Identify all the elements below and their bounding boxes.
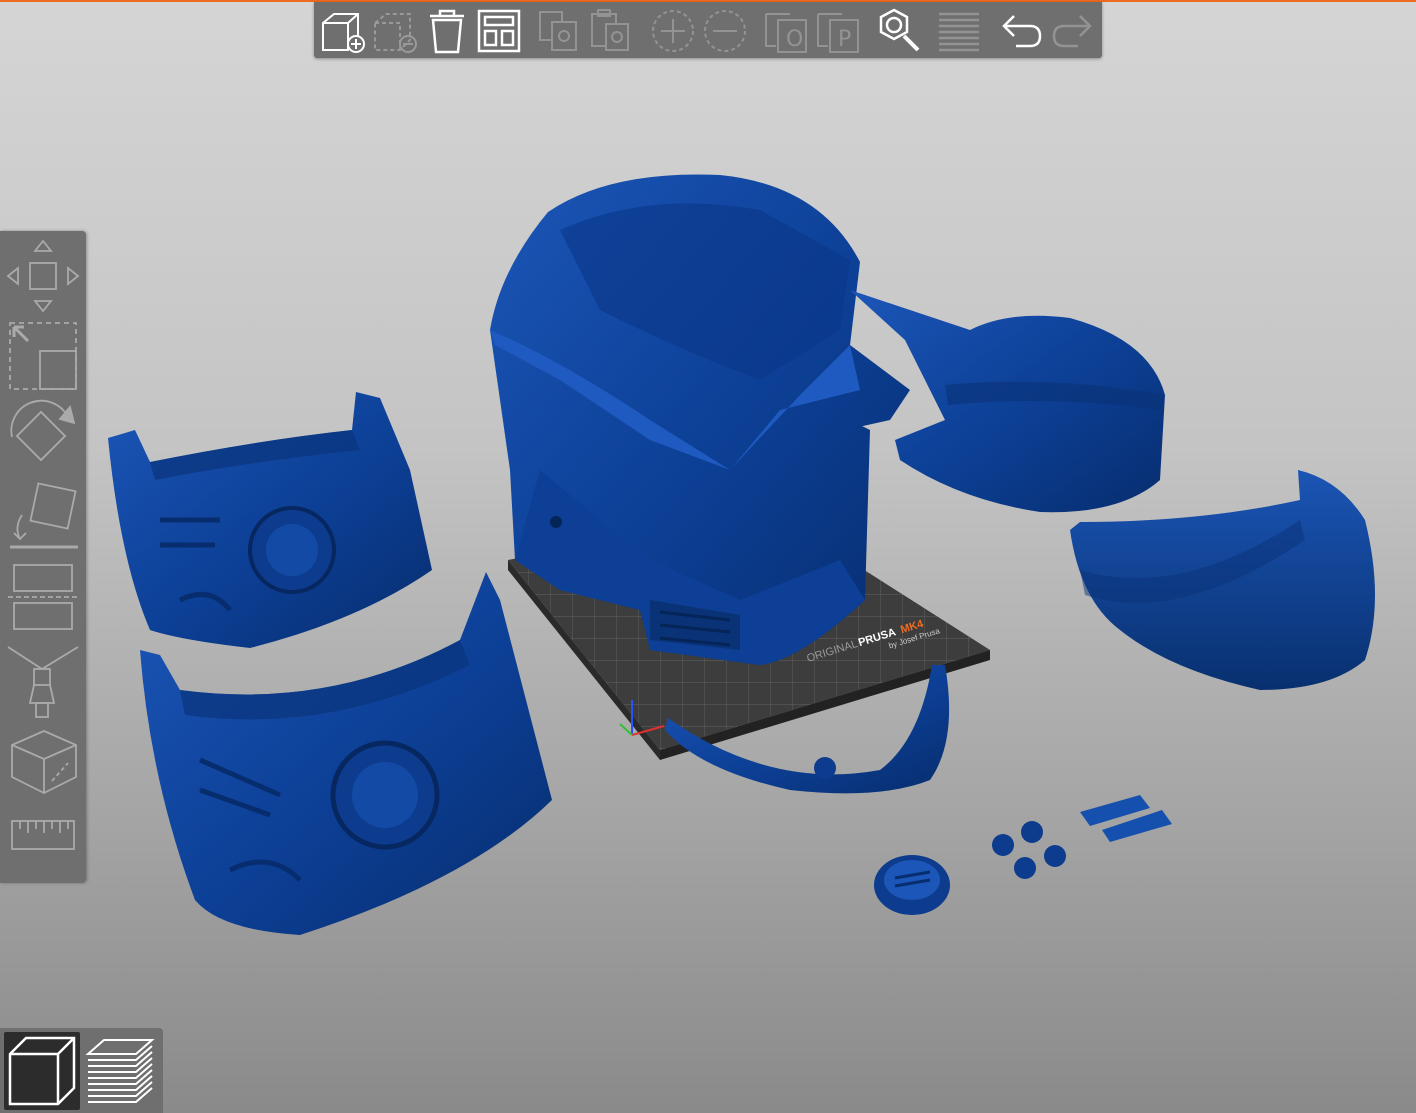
paste-button[interactable] [586, 6, 636, 56]
search-button[interactable] [874, 6, 924, 56]
copy-icon [539, 11, 577, 51]
add-instance-icon [652, 10, 694, 52]
top-toolbar: O P [314, 2, 1102, 58]
split-parts-button[interactable]: P [814, 6, 864, 56]
delete-all-icon [430, 9, 464, 54]
split-parts-icon: P [817, 13, 859, 53]
cube-seam-button[interactable] [4, 723, 82, 795]
scale-icon [9, 322, 77, 390]
remove-instance-button[interactable] [700, 6, 750, 56]
3d-view-button[interactable] [4, 1032, 80, 1110]
3d-viewport[interactable]: ORIGINAL PRUSA MK4 by Josef Prusa [0, 0, 1416, 1113]
arrange-icon [477, 9, 521, 53]
model-small-parts[interactable] [874, 795, 1172, 915]
move-icon [6, 239, 80, 313]
undo-icon [1002, 15, 1042, 48]
ruler-icon [11, 820, 75, 850]
view-toggle [0, 1028, 163, 1113]
add-object-button[interactable] [318, 6, 368, 56]
svg-text:O: O [786, 27, 803, 52]
rotate-icon [10, 399, 76, 462]
3d-view-icon [8, 1036, 76, 1106]
remove-instance-icon [704, 10, 746, 52]
arrange-button[interactable] [474, 6, 524, 56]
variable-layer-height-icon [939, 12, 979, 52]
delete-object-button[interactable] [370, 6, 420, 56]
redo-button[interactable] [1048, 6, 1098, 56]
place-on-face-button[interactable] [4, 479, 82, 553]
move-button[interactable] [4, 237, 82, 315]
paste-icon [591, 9, 629, 51]
cut-button[interactable] [4, 557, 82, 637]
cube-seam-icon [11, 730, 77, 795]
add-object-icon [322, 13, 365, 53]
split-objects-button[interactable]: O [762, 6, 812, 56]
search-icon [879, 8, 920, 52]
cut-icon [8, 564, 78, 630]
split-objects-icon: O [765, 13, 807, 53]
paint-button[interactable] [4, 641, 82, 721]
delete-all-button[interactable] [422, 6, 472, 56]
preview-button[interactable] [82, 1032, 158, 1110]
left-toolbar [0, 231, 86, 883]
paint-icon [7, 646, 79, 718]
layers-preview-icon [85, 1039, 155, 1103]
model-cheek-upper[interactable] [108, 392, 432, 648]
place-on-face-icon [10, 482, 78, 549]
rotate-button[interactable] [4, 397, 82, 475]
undo-button[interactable] [996, 6, 1046, 56]
add-instance-button[interactable] [648, 6, 698, 56]
variable-layer-height-button[interactable] [934, 6, 984, 56]
redo-icon [1052, 15, 1092, 48]
svg-text:P: P [838, 27, 851, 52]
measure-button[interactable] [4, 811, 82, 859]
scale-button[interactable] [4, 317, 82, 395]
copy-button[interactable] [534, 6, 584, 56]
delete-object-icon [374, 13, 417, 53]
